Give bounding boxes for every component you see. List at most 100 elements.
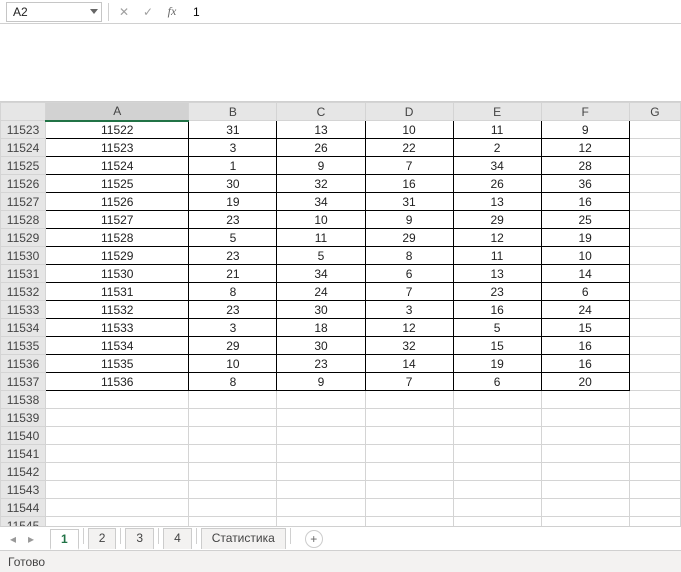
row-header[interactable]: 11526 (1, 175, 46, 193)
sheet-tab[interactable]: 1 (50, 529, 79, 550)
cell[interactable]: 7 (365, 157, 453, 175)
cell[interactable] (189, 409, 277, 427)
cell[interactable] (365, 391, 453, 409)
row-header[interactable]: 11530 (1, 247, 46, 265)
cell[interactable] (629, 373, 680, 391)
cell[interactable] (46, 391, 189, 409)
cell[interactable]: 29 (189, 337, 277, 355)
cell[interactable] (46, 517, 189, 527)
cell[interactable]: 34 (277, 265, 365, 283)
cell[interactable]: 9 (365, 211, 453, 229)
cell[interactable]: 20 (541, 373, 629, 391)
cell[interactable]: 25 (541, 211, 629, 229)
cell[interactable] (453, 517, 541, 527)
cell[interactable] (365, 499, 453, 517)
cell[interactable] (365, 409, 453, 427)
cell[interactable] (277, 445, 365, 463)
select-all-corner[interactable] (1, 103, 46, 121)
row-header[interactable]: 11544 (1, 499, 46, 517)
cell[interactable] (277, 427, 365, 445)
cell[interactable]: 11526 (46, 193, 189, 211)
cell[interactable] (453, 409, 541, 427)
cancel-icon[interactable]: ✕ (115, 3, 133, 21)
cell[interactable]: 13 (453, 265, 541, 283)
row-header[interactable]: 11534 (1, 319, 46, 337)
cell[interactable]: 12 (453, 229, 541, 247)
row-header[interactable]: 11529 (1, 229, 46, 247)
cell[interactable]: 7 (365, 373, 453, 391)
cell[interactable]: 9 (277, 157, 365, 175)
cell[interactable] (365, 445, 453, 463)
cell[interactable] (277, 409, 365, 427)
cell[interactable]: 30 (277, 301, 365, 319)
cell[interactable] (629, 463, 680, 481)
cell[interactable]: 19 (453, 355, 541, 373)
cell[interactable]: 11530 (46, 265, 189, 283)
cell[interactable]: 11522 (46, 121, 189, 139)
cell[interactable] (629, 499, 680, 517)
cell[interactable] (541, 517, 629, 527)
cell[interactable] (541, 427, 629, 445)
cell[interactable]: 6 (453, 373, 541, 391)
cell[interactable]: 30 (277, 337, 365, 355)
column-header-F[interactable]: F (541, 103, 629, 121)
cell[interactable]: 11536 (46, 373, 189, 391)
cell[interactable]: 11 (453, 121, 541, 139)
cell[interactable]: 13 (277, 121, 365, 139)
column-header-B[interactable]: B (189, 103, 277, 121)
cell[interactable] (46, 427, 189, 445)
row-header[interactable]: 11541 (1, 445, 46, 463)
cell[interactable]: 16 (541, 355, 629, 373)
cell[interactable] (629, 283, 680, 301)
cell[interactable]: 11 (453, 247, 541, 265)
cell[interactable] (46, 463, 189, 481)
cell[interactable]: 15 (541, 319, 629, 337)
row-header[interactable]: 11540 (1, 427, 46, 445)
cell[interactable] (629, 139, 680, 157)
row-header[interactable]: 11532 (1, 283, 46, 301)
chevron-down-icon[interactable] (90, 9, 98, 14)
cell[interactable]: 29 (365, 229, 453, 247)
cell[interactable]: 29 (453, 211, 541, 229)
cell[interactable]: 8 (189, 373, 277, 391)
row-header[interactable]: 11531 (1, 265, 46, 283)
column-header-D[interactable]: D (365, 103, 453, 121)
confirm-icon[interactable]: ✓ (139, 3, 157, 21)
cell[interactable]: 11529 (46, 247, 189, 265)
cell[interactable]: 5 (453, 319, 541, 337)
cell[interactable]: 15 (453, 337, 541, 355)
cell[interactable]: 19 (189, 193, 277, 211)
cell[interactable]: 5 (277, 247, 365, 265)
cell[interactable]: 1 (189, 157, 277, 175)
row-header[interactable]: 11524 (1, 139, 46, 157)
cell[interactable]: 16 (541, 337, 629, 355)
cell[interactable] (629, 301, 680, 319)
cell[interactable]: 11528 (46, 229, 189, 247)
cell[interactable]: 24 (277, 283, 365, 301)
cell[interactable]: 23 (189, 301, 277, 319)
cell[interactable] (277, 481, 365, 499)
cell[interactable]: 11524 (46, 157, 189, 175)
cell[interactable]: 14 (541, 265, 629, 283)
column-header-E[interactable]: E (453, 103, 541, 121)
cell[interactable]: 11527 (46, 211, 189, 229)
cell[interactable] (189, 445, 277, 463)
row-header[interactable]: 11542 (1, 463, 46, 481)
row-header[interactable]: 11535 (1, 337, 46, 355)
cell[interactable] (629, 265, 680, 283)
cell[interactable] (365, 427, 453, 445)
row-header[interactable]: 11525 (1, 157, 46, 175)
cell[interactable] (277, 463, 365, 481)
cell[interactable]: 34 (277, 193, 365, 211)
cell[interactable] (629, 121, 680, 139)
cell[interactable]: 36 (541, 175, 629, 193)
tab-nav-right-icon[interactable]: ▸ (24, 532, 38, 546)
cell[interactable] (629, 427, 680, 445)
cell[interactable]: 8 (365, 247, 453, 265)
cell[interactable]: 16 (365, 175, 453, 193)
cell[interactable]: 2 (453, 139, 541, 157)
row-header[interactable]: 11536 (1, 355, 46, 373)
cell[interactable] (365, 517, 453, 527)
cell[interactable]: 6 (365, 265, 453, 283)
cell[interactable] (453, 427, 541, 445)
